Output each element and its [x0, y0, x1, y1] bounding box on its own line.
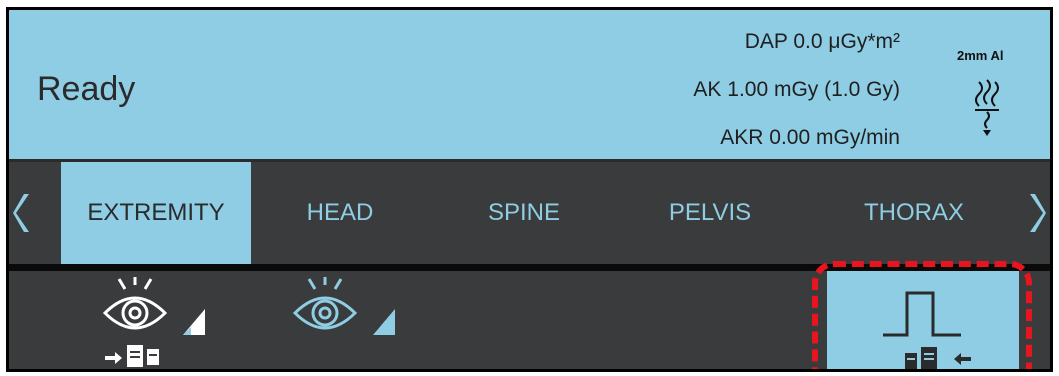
eye-image-icon[interactable] — [277, 277, 417, 372]
air-kerma-readout: AK 1.00 mGy (1.0 Gy) — [693, 78, 900, 101]
tab-extremity[interactable]: EXTREMITY — [61, 162, 251, 264]
system-state: Ready — [37, 70, 136, 108]
tab-spine[interactable]: SPINE — [449, 162, 599, 264]
x-ray-tube-icon — [975, 79, 999, 136]
device-panel: Ready DAP 0.0 μGy*m² AK 1.00 mGy (1.0 Gy… — [6, 7, 1053, 372]
tab-head[interactable]: HEAD — [265, 162, 415, 264]
anatomy-navigation: EXTREMITY HEAD SPINE PELVIS THORAX — [9, 162, 1050, 271]
tab-pelvis[interactable]: PELVIS — [635, 162, 785, 264]
tab-thorax[interactable]: THORAX — [839, 162, 989, 264]
chevron-left-icon[interactable] — [13, 192, 31, 234]
filter-label: 2mm Al — [957, 48, 1004, 63]
dap-readout: DAP 0.0 μGy*m² — [744, 30, 900, 53]
highlight-box — [812, 261, 1032, 369]
chevron-right-icon[interactable] — [1028, 192, 1046, 234]
eye-image-to-display-icon[interactable] — [87, 277, 227, 372]
status-bar: Ready DAP 0.0 μGy*m² AK 1.00 mGy (1.0 Gy… — [9, 10, 1050, 162]
air-kerma-rate-readout: AKR 0.00 mGy/min — [720, 126, 900, 149]
tool-row — [9, 261, 1050, 372]
